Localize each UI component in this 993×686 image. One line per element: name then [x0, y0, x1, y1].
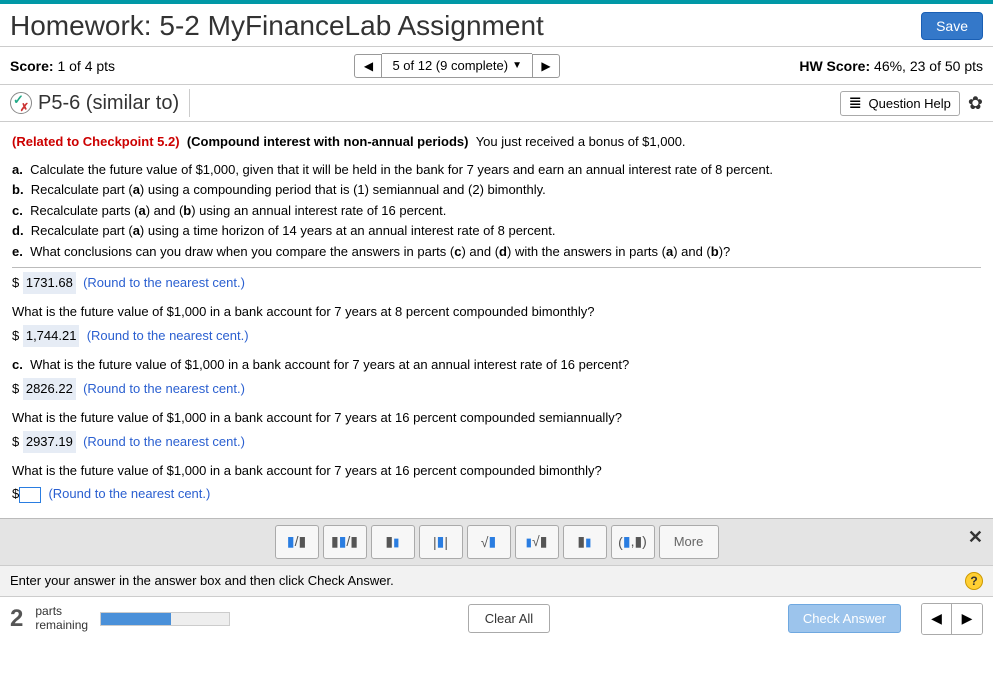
answer-3: 2826.22	[23, 378, 76, 400]
help-icon[interactable]: ?	[965, 572, 983, 590]
coord-button[interactable]: (▮,▮)	[611, 525, 655, 559]
more-button[interactable]: More	[659, 525, 719, 559]
next-question-button[interactable]: ▶	[532, 54, 560, 78]
question-id: P5-6 (similar to)	[38, 92, 179, 115]
question-help-button[interactable]: Question Help	[840, 91, 960, 116]
fraction-button[interactable]: ▮/▮	[275, 525, 319, 559]
score-bar: Score: 1 of 4 pts ◀ 5 of 12 (9 complete)…	[0, 47, 993, 85]
question-5: What is the future value of $1,000 in a …	[12, 461, 981, 481]
footer-bar: 2 parts remaining Clear All Check Answer…	[0, 596, 993, 645]
question-4: What is the future value of $1,000 in a …	[12, 408, 981, 428]
instruction-row: Enter your answer in the answer box and …	[0, 565, 993, 596]
math-toolbar: ✕ ▮/▮ ▮▮/▮ ▮▮ |▮| √▮ ▮√▮ ▮▮ (▮,▮) More	[0, 518, 993, 565]
partial-credit-icon	[10, 92, 32, 114]
question-content: (Related to Checkpoint 5.2) (Compound in…	[0, 122, 993, 518]
hw-score-value: 46%, 23 of 50 pts	[874, 58, 983, 74]
answer-1: 1731.68	[23, 272, 76, 294]
progress-bar	[100, 612, 230, 626]
subscript-button[interactable]: ▮▮	[563, 525, 607, 559]
exponent-button[interactable]: ▮▮	[371, 525, 415, 559]
list-icon	[849, 96, 863, 111]
question-bar: P5-6 (similar to) Question Help ✿	[0, 85, 993, 122]
score-value: 1 of 4 pts	[57, 58, 115, 74]
nth-root-button[interactable]: ▮√▮	[515, 525, 559, 559]
mixed-fraction-button[interactable]: ▮▮/▮	[323, 525, 367, 559]
sqrt-button[interactable]: √▮	[467, 525, 511, 559]
footer-next-button[interactable]: ▶	[952, 604, 982, 634]
clear-all-button[interactable]: Clear All	[468, 604, 550, 633]
answer-input[interactable]	[19, 487, 41, 503]
header: Homework: 5-2 MyFinanceLab Assignment Sa…	[0, 4, 993, 47]
topic-title: (Compound interest with non-annual perio…	[187, 134, 469, 149]
chevron-down-icon: ▼	[512, 60, 522, 71]
answer-2: 1,744.21	[23, 325, 80, 347]
question-2: What is the future value of $1,000 in a …	[12, 302, 981, 322]
close-icon[interactable]: ✕	[968, 527, 983, 548]
save-button[interactable]: Save	[921, 12, 983, 40]
parts-remaining-count: 2	[10, 605, 23, 633]
instruction-text: Enter your answer in the answer box and …	[10, 573, 394, 588]
answer-4: 2937.19	[23, 431, 76, 453]
page-title: Homework: 5-2 MyFinanceLab Assignment	[10, 10, 544, 42]
gear-icon[interactable]: ✿	[968, 93, 983, 114]
checkpoint-ref: (Related to Checkpoint 5.2)	[12, 134, 180, 149]
question-3: What is the future value of $1,000 in a …	[30, 357, 629, 372]
score-label: Score:	[10, 58, 54, 74]
prev-question-button[interactable]: ◀	[354, 54, 382, 78]
question-nav-dropdown[interactable]: 5 of 12 (9 complete) ▼	[382, 53, 532, 78]
intro-text: You just received a bonus of $1,000.	[476, 134, 686, 149]
abs-button[interactable]: |▮|	[419, 525, 463, 559]
hw-score-label: HW Score:	[799, 58, 870, 74]
footer-prev-button[interactable]: ◀	[922, 604, 952, 634]
check-answer-button[interactable]: Check Answer	[788, 604, 901, 633]
